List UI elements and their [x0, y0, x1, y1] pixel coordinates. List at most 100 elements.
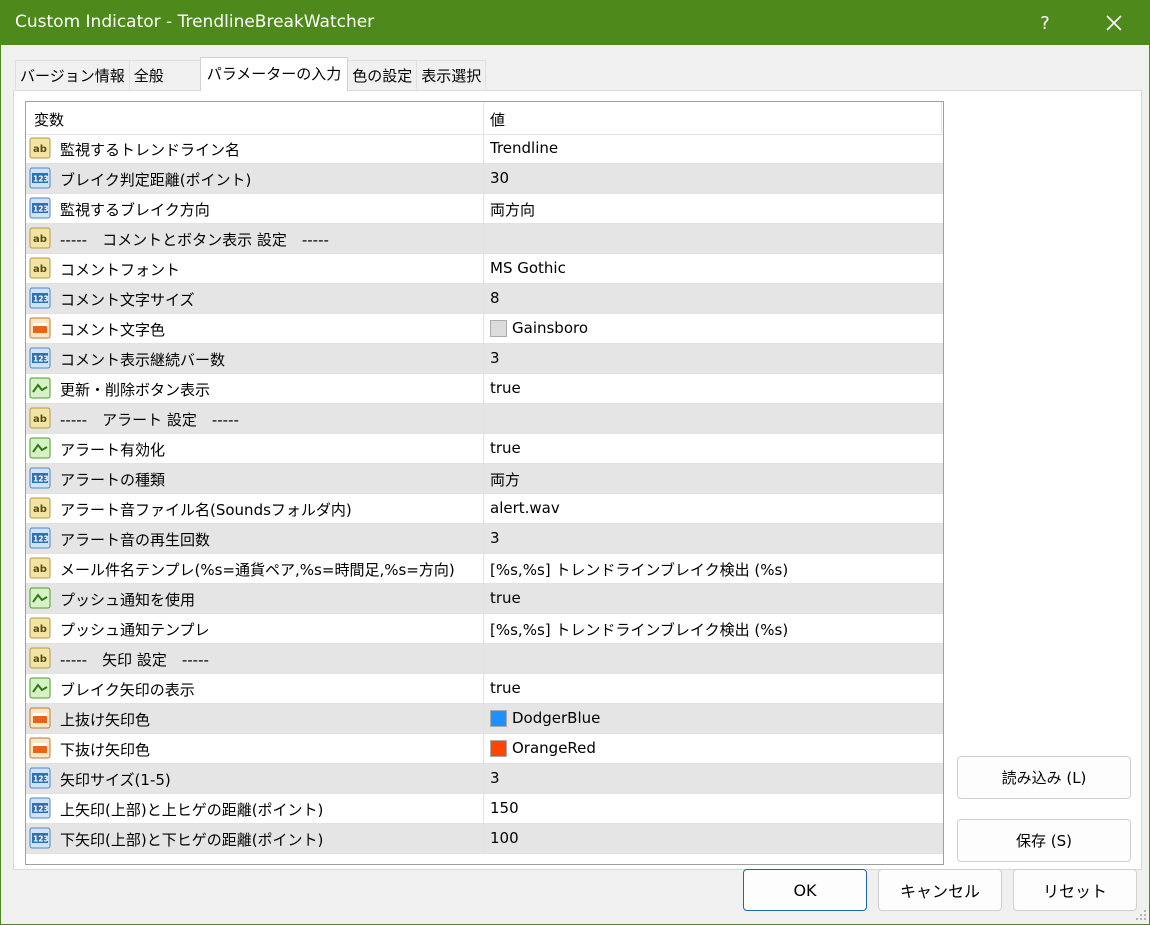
parameter-name: ブレイク矢印の表示	[60, 681, 195, 699]
parameter-value[interactable]: alert.wav	[490, 499, 560, 517]
string-type-icon: ab	[29, 557, 51, 579]
parameter-name: ブレイク判定距離(ポイント)	[60, 171, 252, 189]
cell-divider	[483, 134, 484, 163]
tab-version-info[interactable]: バージョン情報	[15, 60, 130, 89]
parameter-name: プッシュ通知テンプレ	[60, 621, 210, 639]
parameters-grid[interactable]: 変数 値 ab 監視するトレンドライン名 Trendline 123 ブレイク判定距離(…	[25, 101, 944, 865]
parameter-name: アラート音ファイル名(Soundsフォルダ内)	[60, 501, 352, 519]
color-type-icon	[29, 737, 51, 759]
svg-text:ab: ab	[33, 414, 47, 425]
tab-visualization[interactable]: 表示選択	[416, 60, 487, 89]
parameter-value[interactable]: MS Gothic	[490, 259, 566, 277]
column-divider[interactable]	[941, 102, 942, 134]
column-header-variable[interactable]: 変数	[34, 109, 64, 130]
parameter-value-text: 30	[490, 169, 510, 187]
parameter-row[interactable]: ab 監視するトレンドライン名 Trendline	[26, 134, 943, 164]
parameter-value[interactable]: Trendline	[490, 139, 558, 157]
cell-divider	[483, 584, 484, 613]
parameter-row[interactable]: ab メール件名テンプレ(%s=通貨ペア,%s=時間足,%s=方向) [%s,%s]…	[26, 554, 943, 584]
svg-text:123: 123	[33, 775, 49, 784]
string-type-icon: ab	[29, 257, 51, 279]
parameter-row[interactable]: 123 矢印サイズ(1-5) 3	[26, 764, 943, 794]
tab-input-parameters[interactable]: パラメーターの入力	[199, 57, 349, 91]
parameter-name: アラートの種類	[60, 471, 166, 489]
parameter-value-text: true	[490, 439, 521, 457]
parameter-row[interactable]: ブレイク矢印の表示 true	[26, 674, 943, 704]
parameter-row[interactable]: ab ----- アラート 設定 -----	[26, 404, 943, 434]
svg-text:ab: ab	[33, 624, 47, 635]
resize-grip-icon[interactable]	[1135, 909, 1147, 921]
ok-button[interactable]: OK	[743, 869, 867, 911]
parameter-value-text: 3	[490, 529, 500, 547]
parameter-row[interactable]: ab プッシュ通知テンプレ [%s,%s] トレンドラインブレイク検出 (%s)	[26, 614, 943, 644]
parameter-value[interactable]: 150	[490, 799, 519, 817]
parameter-value[interactable]: [%s,%s] トレンドラインブレイク検出 (%s)	[490, 559, 788, 580]
window-title: Custom Indicator - TrendlineBreakWatcher	[15, 12, 375, 32]
cell-divider	[483, 314, 484, 343]
parameter-value[interactable]: true	[490, 439, 521, 457]
parameter-value[interactable]: [%s,%s] トレンドラインブレイク検出 (%s)	[490, 619, 788, 640]
parameter-row[interactable]: ab ----- コメントとボタン表示 設定 -----	[26, 224, 943, 254]
parameter-name: コメント表示継続バー数	[60, 351, 226, 369]
parameter-value[interactable]: true	[490, 679, 521, 697]
cell-divider	[483, 194, 484, 223]
parameter-value[interactable]: true	[490, 589, 521, 607]
parameter-row[interactable]: 上抜け矢印色 DodgerBlue	[26, 704, 943, 734]
tab-color-settings[interactable]: 色の設定	[347, 60, 418, 89]
parameter-value[interactable]: true	[490, 379, 521, 397]
parameter-row[interactable]: アラート有効化 true	[26, 434, 943, 464]
cell-divider	[483, 164, 484, 193]
reset-button[interactable]: リセット	[1013, 869, 1137, 911]
column-header-value[interactable]: 値	[490, 109, 505, 130]
load-button[interactable]: 読み込み (L)	[957, 756, 1131, 799]
svg-text:123: 123	[33, 355, 49, 364]
parameter-name: 上矢印(上部)と上ヒゲの距離(ポイント)	[60, 801, 324, 819]
parameter-row[interactable]: ab ----- 矢印 設定 -----	[26, 644, 943, 674]
close-button[interactable]	[1091, 1, 1137, 45]
string-type-icon: ab	[29, 647, 51, 669]
cell-divider	[483, 464, 484, 493]
parameter-value[interactable]: 30	[490, 169, 509, 187]
parameter-row[interactable]: コメント文字色 Gainsboro	[26, 314, 943, 344]
parameter-row[interactable]: 下抜け矢印色 OrangeRed	[26, 734, 943, 764]
parameter-row[interactable]: 123 監視するブレイク方向 両方向	[26, 194, 943, 224]
parameter-row[interactable]: 123 上矢印(上部)と上ヒゲの距離(ポイント) 150	[26, 794, 943, 824]
parameter-row[interactable]: 123 コメント文字サイズ 8	[26, 284, 943, 314]
parameter-value[interactable]: 両方	[490, 469, 520, 490]
help-button[interactable]: ?	[1026, 1, 1064, 45]
parameter-row[interactable]: 123 下矢印(上部)と下ヒゲの距離(ポイント) 100	[26, 824, 943, 854]
save-button[interactable]: 保存 (S)	[957, 819, 1131, 862]
svg-text:123: 123	[33, 205, 49, 214]
parameter-row[interactable]: ab アラート音ファイル名(Soundsフォルダ内) alert.wav	[26, 494, 943, 524]
svg-text:123: 123	[33, 535, 49, 544]
parameter-value-text: OrangeRed	[512, 739, 596, 757]
parameter-value[interactable]: 3	[490, 349, 500, 367]
parameter-value-text: 150	[490, 799, 519, 817]
parameter-value[interactable]: OrangeRed	[490, 739, 596, 757]
svg-text:ab: ab	[33, 564, 47, 575]
parameter-value[interactable]: 100	[490, 829, 519, 847]
parameter-value[interactable]: 3	[490, 769, 500, 787]
parameter-value[interactable]: DodgerBlue	[490, 709, 600, 727]
cancel-button[interactable]: キャンセル	[878, 869, 1002, 911]
parameter-row[interactable]: 123 アラートの種類 両方	[26, 464, 943, 494]
integer-type-icon: 123	[29, 827, 51, 849]
parameter-name: メール件名テンプレ(%s=通貨ペア,%s=時間足,%s=方向)	[60, 561, 455, 579]
parameter-row[interactable]: 123 ブレイク判定距離(ポイント) 30	[26, 164, 943, 194]
parameter-name: ----- コメントとボタン表示 設定 -----	[60, 231, 329, 249]
parameter-value[interactable]: 3	[490, 529, 500, 547]
parameter-value[interactable]: Gainsboro	[490, 319, 588, 337]
parameter-value[interactable]: 両方向	[490, 199, 535, 220]
tab-general[interactable]: 全般	[128, 60, 201, 89]
parameter-row[interactable]: 123 コメント表示継続バー数 3	[26, 344, 943, 374]
svg-text:123: 123	[33, 805, 49, 814]
parameter-row[interactable]: ab コメントフォント MS Gothic	[26, 254, 943, 284]
parameter-value[interactable]: 8	[490, 289, 500, 307]
parameter-row[interactable]: プッシュ通知を使用 true	[26, 584, 943, 614]
parameter-row[interactable]: 123 アラート音の再生回数 3	[26, 524, 943, 554]
parameter-row[interactable]: 更新・削除ボタン表示 true	[26, 374, 943, 404]
parameter-name: 監視するトレンドライン名	[60, 141, 241, 159]
column-divider[interactable]	[483, 102, 484, 134]
cell-divider	[483, 614, 484, 643]
integer-type-icon: 123	[29, 767, 51, 789]
